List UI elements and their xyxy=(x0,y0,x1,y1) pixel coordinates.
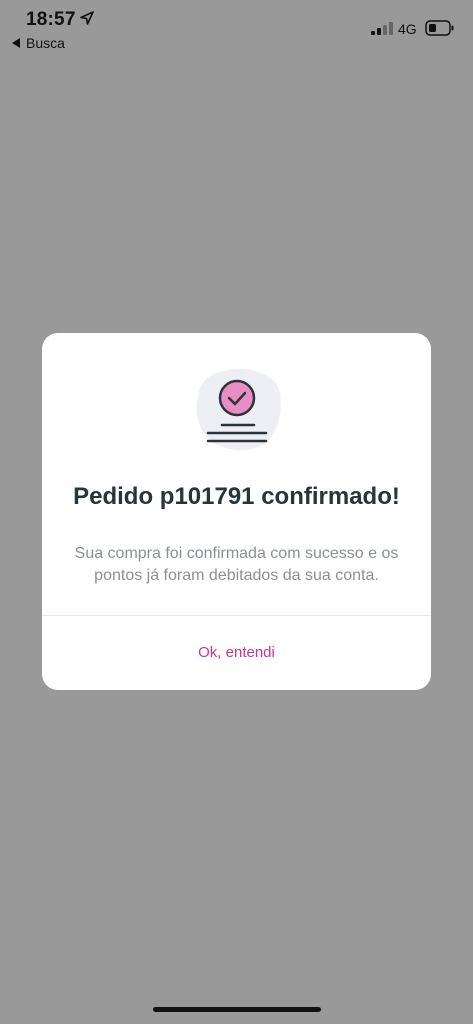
status-bar: 18:57 Busca 4G xyxy=(0,0,473,58)
home-indicator[interactable] xyxy=(153,1007,321,1012)
location-arrow-icon xyxy=(80,11,94,25)
status-time: 18:57 xyxy=(26,9,76,30)
ok-button[interactable]: Ok, entendi xyxy=(42,616,431,690)
dialog-message: Sua compra foi confirmada com sucesso e … xyxy=(74,545,399,584)
signal-icon xyxy=(371,22,393,35)
back-to-search-link[interactable]: Busca xyxy=(12,35,65,51)
order-confirmed-illustration xyxy=(196,368,281,451)
back-triangle-icon xyxy=(12,38,20,48)
network-type: 4G xyxy=(398,21,417,37)
dialog-title: Pedido p101791 confirmado! xyxy=(73,483,400,510)
order-confirmation-dialog: Pedido p101791 confirmado! Sua compra fo… xyxy=(42,333,431,690)
back-link-label: Busca xyxy=(26,35,65,51)
battery-icon xyxy=(425,20,454,36)
